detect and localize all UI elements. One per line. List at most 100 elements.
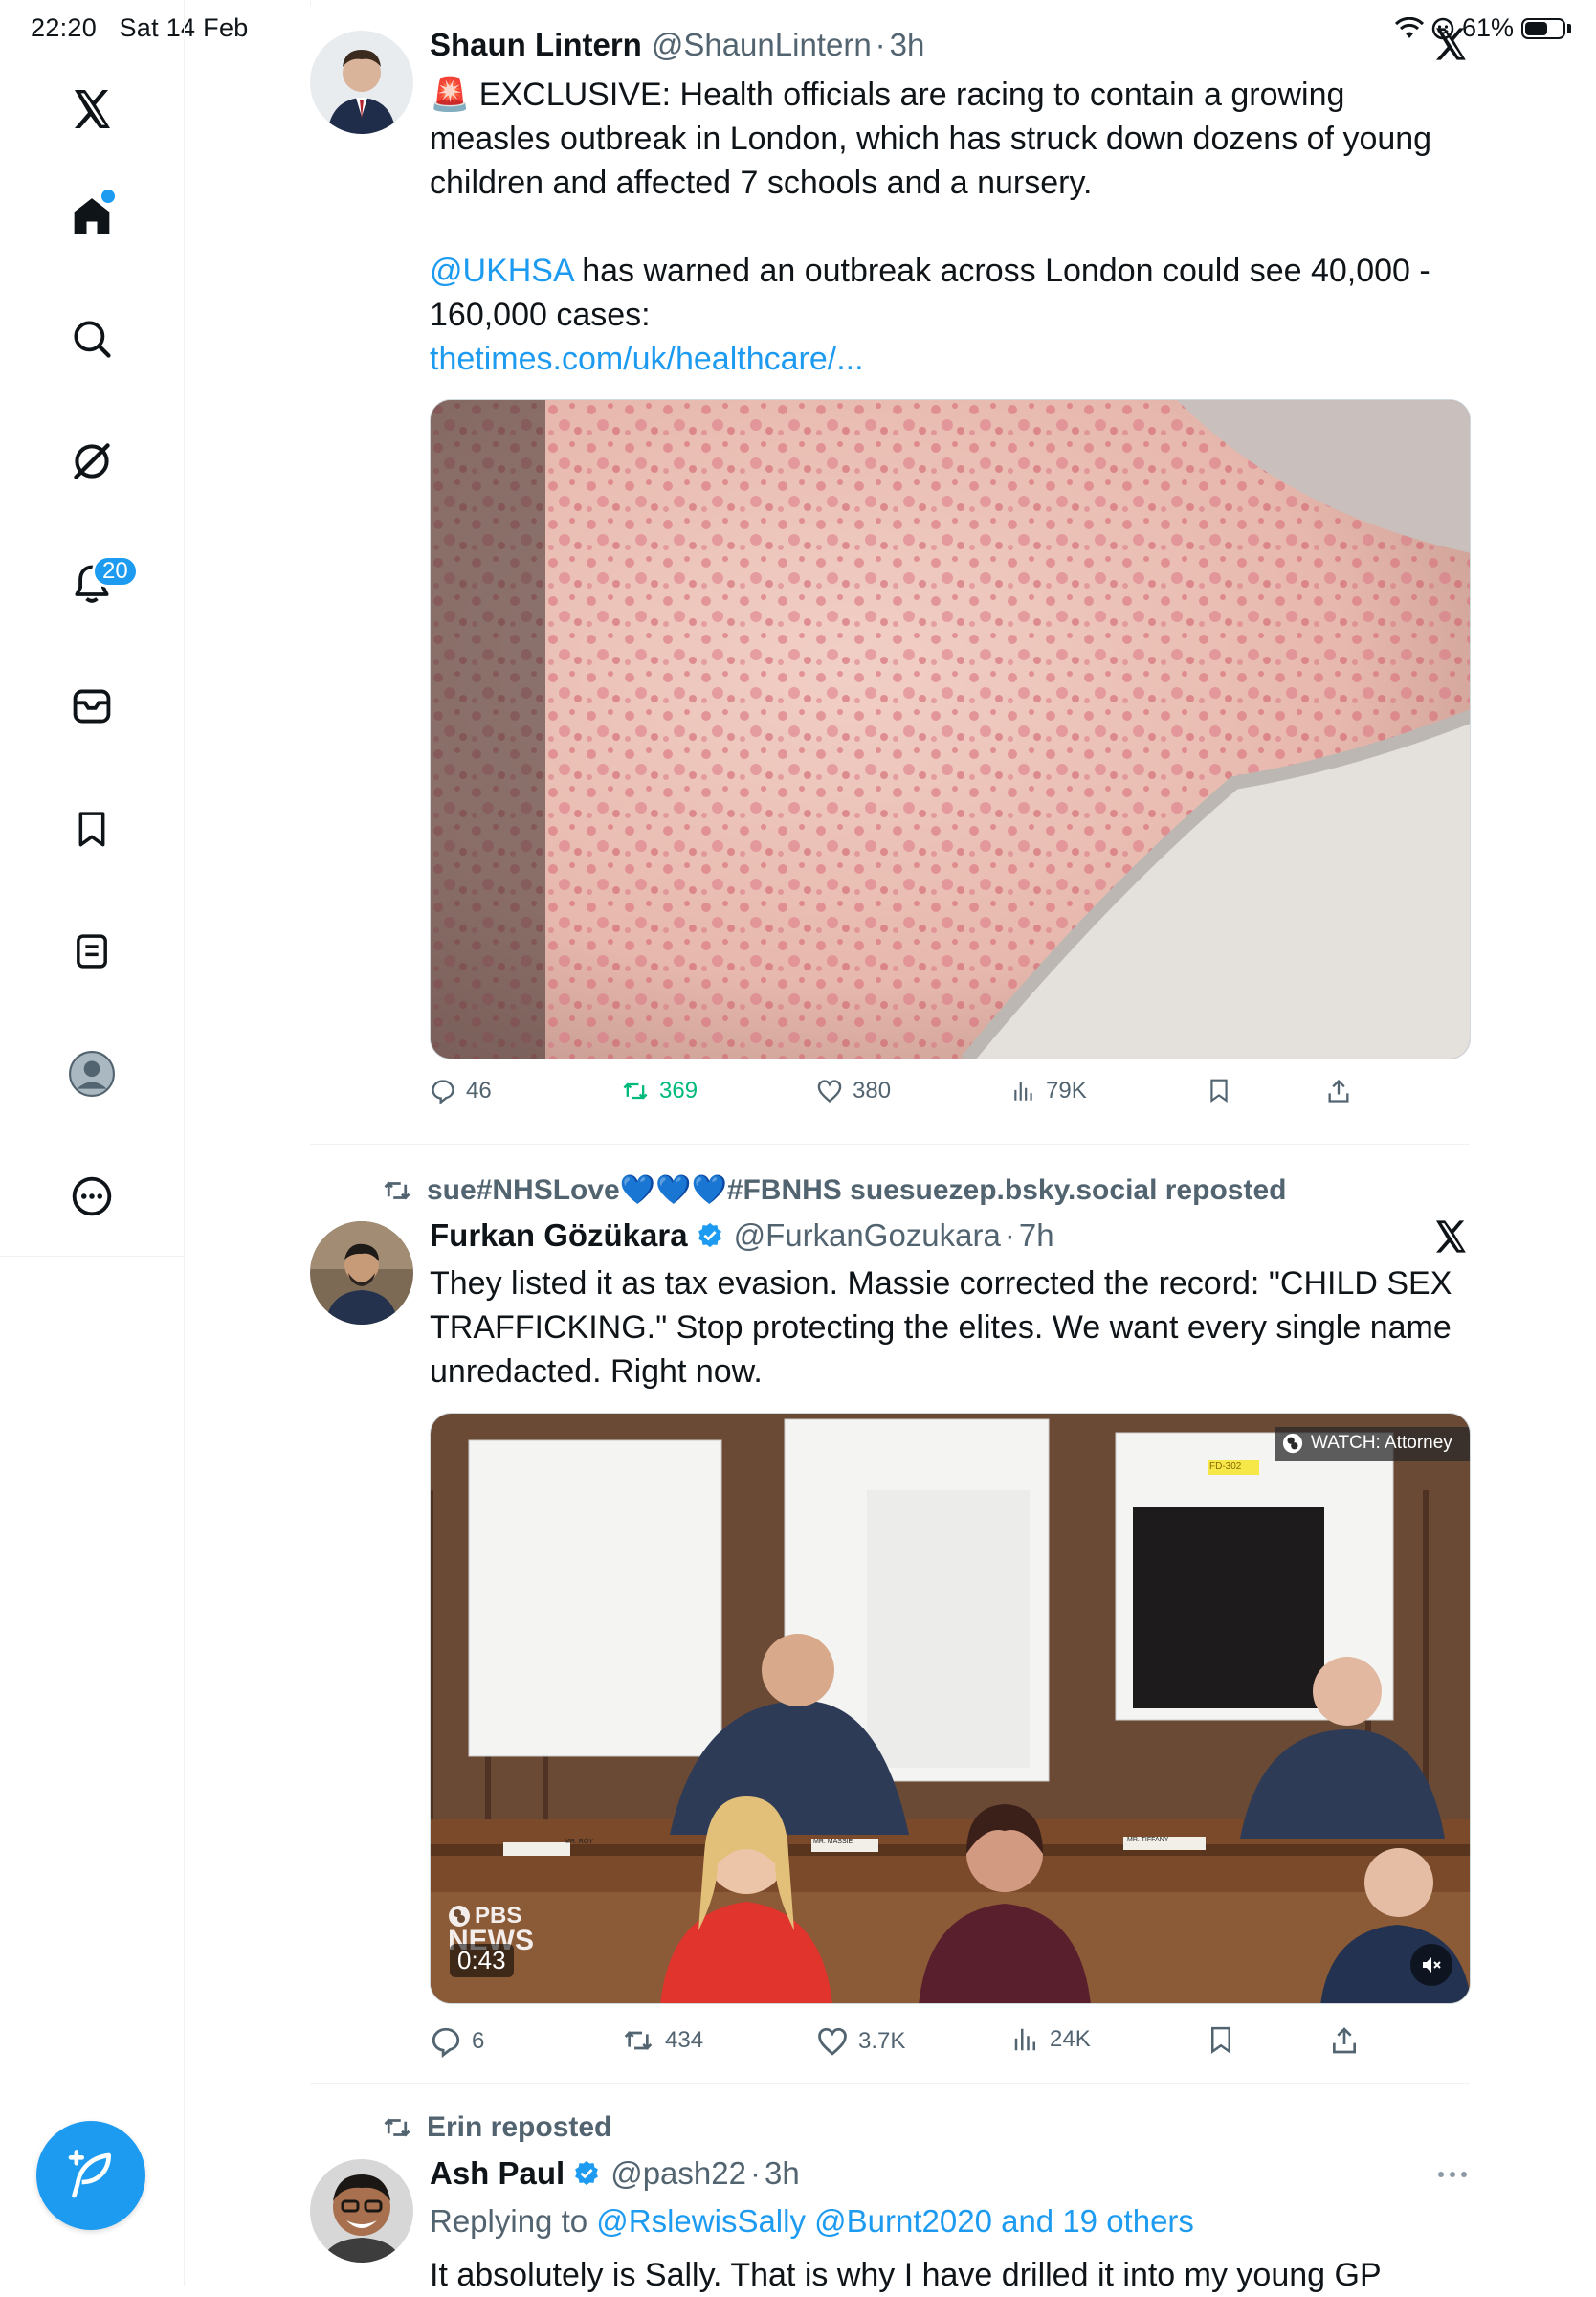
nav-lists[interactable] [63,923,121,980]
post-divider [310,2083,1470,2084]
pbs-logo-icon [1282,1433,1303,1454]
post1-image[interactable] [430,399,1471,1059]
replying-to-accounts[interactable]: @RslewisSally @Burnt2020 and 19 others [596,2203,1194,2239]
compose-button[interactable] [36,2121,145,2230]
profile-icon [69,1051,115,1097]
nameplate-roy: MR. ROY [565,1839,593,1845]
feed-top-edge [310,0,311,6]
siren-emoji: 🚨 [430,77,471,113]
reposted-by: sue#NHSLove💙💙💙#FBNHS suesuezep.bsky.soci… [427,1174,1287,1206]
x-badge-icon[interactable] [1431,1217,1470,1256]
post1-text: 🚨 EXCLUSIVE: Health officials are racing… [430,73,1473,381]
reply-button[interactable]: 46 [430,1078,492,1104]
repost-button[interactable]: 369 [621,1078,698,1104]
post-time[interactable]: 7h [1019,1217,1054,1254]
views-icon [1014,1082,1032,1101]
nav-explore[interactable] [63,310,121,368]
video-duration: 0:43 [450,1944,514,1977]
like-button[interactable]: 380 [816,1078,891,1104]
envelope-icon [73,689,111,724]
heart-icon [818,2027,847,2056]
search-icon [74,321,111,358]
mute-button[interactable] [1410,1944,1452,1986]
nav-bookmarks[interactable] [63,800,121,858]
repost-icon [624,2031,653,2050]
muted-speaker-icon [1423,1957,1441,1973]
notification-badge: 20 [92,555,139,588]
avatar-furkan[interactable] [310,1221,413,1325]
like-count: 380 [853,1078,892,1104]
post1-paragraph2: has warned an outbreak across London cou… [430,253,1430,333]
reply-count: 6 [472,2028,485,2054]
avatar-ash-paul[interactable] [310,2159,413,2263]
share-button[interactable] [1325,1078,1352,1104]
author-handle[interactable]: @pash22 [610,2155,746,2192]
nav-more[interactable] [63,1168,121,1225]
battery-fill [1525,21,1547,35]
verified-badge-icon [698,1222,721,1248]
post2-header: Furkan Gözükara @FurkanGozukara · 7h [430,1217,1054,1254]
mention-link[interactable]: @UKHSA [430,253,573,289]
view-count: 79K [1046,1078,1087,1104]
like-button[interactable]: 3.7K [816,2025,905,2058]
nameplate-tiffany: MR. TIFFANY [1127,1837,1169,1843]
post-time[interactable]: 3h [765,2155,800,2192]
bookmark-icon [1210,1079,1228,1103]
status-indicators: 61% [1394,13,1571,43]
avatar-shaun-lintern[interactable] [310,31,413,134]
repost-count: 369 [659,1078,698,1104]
share-icon [1328,1079,1349,1103]
article-link[interactable]: thetimes.com/uk/healthcare/... [430,341,864,377]
like-count: 3.7K [858,2028,906,2054]
battery-percent: 61% [1461,13,1514,42]
watch-label: WATCH: Attorney [1282,1433,1452,1454]
reply-icon [432,2027,460,2058]
author-name[interactable]: Furkan Gözükara [430,1217,688,1254]
compose-feather-icon [68,2150,111,2198]
views-button[interactable]: 24K [1011,2025,1091,2054]
list-icon [77,934,107,969]
wifi-icon [1394,16,1424,38]
heart-icon [817,1080,842,1104]
x-logo-icon[interactable] [63,80,121,138]
author-handle[interactable]: @ShaunLintern [652,27,872,63]
video-thumbnail [431,1414,1470,2003]
dot-separator: · [749,2155,761,2191]
share-button[interactable] [1329,2025,1360,2056]
repost-icon [384,1181,410,1199]
more-options-button[interactable] [1435,2163,1470,2191]
reposted-by: Erin reposted [427,2111,612,2143]
dot-separator: · [1004,1217,1015,1253]
repost-button[interactable]: 434 [621,2025,703,2056]
nav-grok[interactable] [63,433,121,490]
grok-icon [74,443,110,479]
post3-repost-context[interactable]: Erin reposted [381,2111,611,2144]
more-circle-icon [72,1176,112,1216]
repost-count: 434 [665,2027,704,2053]
verified-badge-icon [575,2160,599,2186]
x-badge-icon[interactable] [1431,25,1470,63]
author-name[interactable]: Shaun Lintern [430,27,642,63]
views-button[interactable]: 79K [1011,1078,1087,1104]
reply-button[interactable]: 6 [430,2025,484,2058]
post-time[interactable]: 3h [890,27,925,63]
post3-header: Ash Paul @pash22 · 3h [430,2155,800,2192]
share-icon [1333,2027,1356,2054]
author-name[interactable]: Ash Paul [430,2155,565,2192]
nav-messages[interactable] [63,678,121,735]
post2-text: They listed it as tax evasion. Massie co… [430,1265,1452,1390]
dot-separator: · [875,27,886,62]
watch-label-text: WATCH: Attorney [1311,1433,1452,1453]
post1-paragraph1: EXCLUSIVE: Health officials are racing t… [430,77,1432,201]
post2-video[interactable]: MR. ROY MR. MASSIE MR. TIFFANY FD-302 WA… [430,1413,1471,2004]
post2-actions: 6 434 3.7K 24K [430,2025,1471,2063]
repost-icon [623,1082,648,1100]
sidebar-divider [0,1256,184,1257]
author-handle[interactable]: @FurkanGozukara [734,1217,1001,1254]
bookmark-button[interactable] [1207,1078,1231,1103]
bookmark-icon [78,812,105,847]
nav-profile[interactable] [63,1045,121,1103]
reply-icon [432,1080,454,1104]
post2-repost-context[interactable]: sue#NHSLove💙💙💙#FBNHS suesuezep.bsky.soci… [381,1173,1286,1207]
bookmark-button[interactable] [1207,2025,1235,2054]
